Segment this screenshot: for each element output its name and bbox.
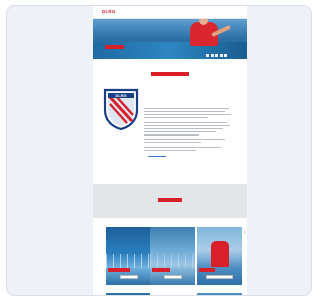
pool-water: [150, 254, 195, 268]
club-description-paragraph-2: [144, 122, 236, 137]
tile-button[interactable]: [120, 275, 138, 279]
club-description-paragraph: [144, 108, 236, 120]
dlrg-shield-icon: DLRG: [103, 88, 139, 130]
dlrg-logo[interactable]: DLRG: [102, 9, 116, 14]
website-page: DLRG DLRG: [93, 6, 247, 296]
tile-badge-icon: [199, 295, 205, 296]
tile-bottom: [150, 293, 195, 295]
slider-dot[interactable]: [206, 54, 209, 57]
slider-dot[interactable]: [210, 54, 214, 57]
tile-label: [108, 268, 130, 272]
tile-label: [199, 268, 215, 272]
shield-lettering: DLRG: [115, 93, 126, 98]
band-cta-button[interactable]: [158, 198, 182, 202]
hero-slider-dots[interactable]: [206, 54, 227, 57]
pool-lanes: [106, 254, 151, 268]
tile-card[interactable]: [106, 227, 151, 285]
tile-card[interactable]: [150, 227, 195, 285]
lifeguard-figure: [211, 241, 229, 267]
club-more-link[interactable]: [144, 156, 236, 158]
site-header: DLRG: [93, 6, 247, 19]
tile-label: [152, 268, 170, 272]
intro-cta-button[interactable]: [151, 72, 189, 76]
slider-dot[interactable]: [224, 54, 227, 57]
tile-badge-icon: [192, 295, 198, 296]
screenshot-preview-card: DLRG DLRG ›: [6, 5, 312, 296]
tile-button[interactable]: [164, 275, 182, 279]
carousel-next-icon[interactable]: ›: [244, 229, 248, 237]
slider-dot[interactable]: [219, 54, 223, 57]
tile-card[interactable]: [197, 227, 242, 285]
tile-badge-icon: [108, 295, 114, 296]
slider-dot[interactable]: [215, 54, 218, 57]
hero-banner: [93, 19, 247, 59]
tile-button[interactable]: [206, 275, 233, 279]
hero-button[interactable]: [105, 45, 124, 49]
club-description-paragraph-3: [144, 139, 236, 145]
club-description-paragraph-4: [144, 147, 236, 153]
